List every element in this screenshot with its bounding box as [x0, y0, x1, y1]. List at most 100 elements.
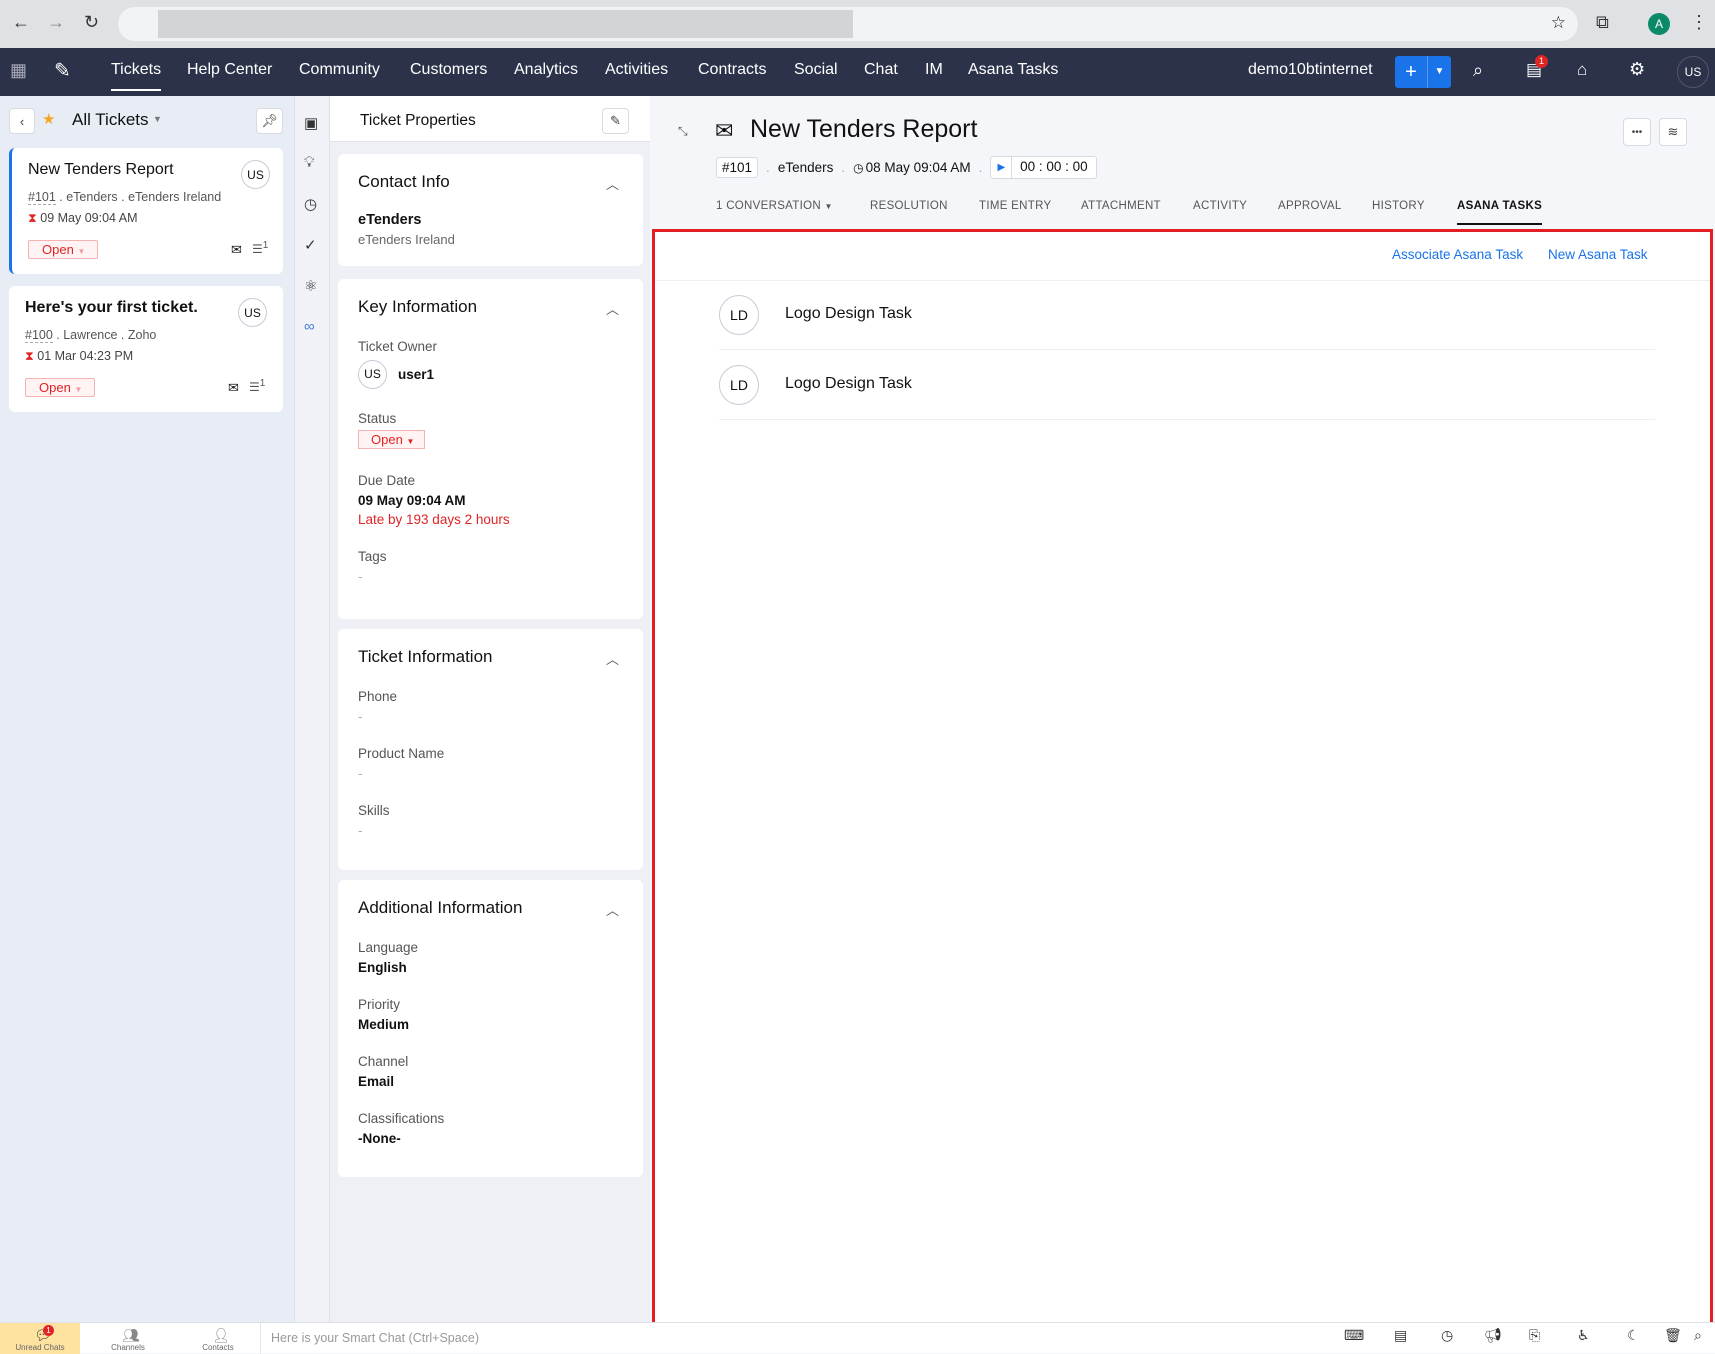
due-date-value[interactable]: 09 May 09:04 AM: [358, 493, 643, 508]
nav-im[interactable]: IM: [925, 61, 943, 79]
tab-time-entry[interactable]: TIME ENTRY: [979, 200, 1051, 212]
profile-avatar[interactable]: A: [1648, 13, 1670, 35]
search-icon[interactable]: ⌕: [1473, 60, 1483, 81]
unread-chats-button[interactable]: 💬︎ 1 Unread Chats: [0, 1323, 80, 1354]
priority-value[interactable]: Medium: [358, 1017, 643, 1032]
ticket-id[interactable]: #101: [716, 157, 759, 178]
browser-menu-icon[interactable]: ⋮: [1690, 12, 1708, 33]
owner-name[interactable]: user1: [398, 367, 434, 382]
link-icon[interactable]: ∞: [304, 318, 315, 335]
nav-chat[interactable]: Chat: [864, 61, 898, 79]
address-bar[interactable]: ☆: [118, 7, 1578, 41]
collapse-chevron-icon[interactable]: ︿: [606, 299, 619, 318]
ticket-id[interactable]: #101: [28, 190, 56, 205]
nav-tickets[interactable]: Tickets: [111, 61, 162, 91]
tab-activity[interactable]: ACTIVITY: [1193, 200, 1247, 212]
trash-icon[interactable]: 🗑︎: [1664, 1327, 1682, 1344]
new-asana-task-link[interactable]: New Asana Task: [1548, 247, 1648, 262]
ticket-contact[interactable]: eTenders: [778, 160, 834, 175]
channels-button[interactable]: 👥︎ Channels: [98, 1323, 160, 1354]
collapse-chevron-icon[interactable]: ︿: [606, 174, 619, 193]
collapse-arrows-icon[interactable]: ⤡: [678, 124, 688, 139]
org-name[interactable]: demo10btinternet: [1248, 61, 1373, 79]
ticket-account[interactable]: Zoho: [128, 328, 157, 342]
new-item-button[interactable]: + ▼: [1395, 56, 1451, 88]
classifications-value[interactable]: -None-: [358, 1131, 643, 1146]
asana-task-row[interactable]: LD Logo Design Task: [719, 350, 1655, 420]
collapse-chevron-icon[interactable]: ︿: [606, 900, 619, 919]
product-value[interactable]: -: [358, 766, 643, 781]
accessibility-icon[interactable]: ♿︎: [1577, 1327, 1590, 1344]
phone-value[interactable]: -: [358, 709, 643, 724]
nav-contracts[interactable]: Contracts: [698, 61, 766, 79]
contact-account[interactable]: eTenders Ireland: [358, 232, 643, 247]
status-badge[interactable]: Open ▼: [25, 378, 96, 397]
keyboard-icon[interactable]: ⌨: [1344, 1327, 1364, 1344]
dark-mode-moon-icon[interactable]: ☾: [1627, 1327, 1640, 1344]
forward-button[interactable]: →: [47, 12, 65, 33]
tab-attachment[interactable]: ATTACHMENT: [1081, 200, 1161, 212]
nav-community[interactable]: Community: [299, 61, 380, 79]
collapse-chevron-icon[interactable]: ︿: [606, 649, 619, 668]
bookmark-star-icon[interactable]: ☆: [1551, 13, 1566, 33]
ticket-properties-icon[interactable]: ▣: [304, 114, 318, 132]
contact-name[interactable]: eTenders: [358, 212, 643, 228]
timer[interactable]: ▶ 00 : 00 : 00: [990, 156, 1097, 179]
status-badge[interactable]: Open ▼: [28, 240, 99, 259]
language-value[interactable]: English: [358, 960, 643, 975]
user-avatar[interactable]: US: [1677, 56, 1709, 88]
ticket-card[interactable]: New Tenders Report US #101 . eTenders . …: [9, 148, 283, 274]
history-icon[interactable]: ◷: [304, 195, 317, 213]
check-circle-icon[interactable]: ✓: [304, 236, 317, 254]
ticket-contact[interactable]: Lawrence: [63, 328, 117, 342]
ticket-contact[interactable]: eTenders: [66, 190, 117, 204]
chevron-down-icon[interactable]: ▼: [153, 114, 162, 124]
task-name[interactable]: Logo Design Task: [785, 305, 912, 323]
task-name[interactable]: Logo Design Task: [785, 375, 912, 393]
ticket-account[interactable]: eTenders Ireland: [128, 190, 221, 204]
channel-value[interactable]: Email: [358, 1074, 643, 1089]
asana-task-row[interactable]: LD Logo Design Task: [719, 280, 1655, 350]
nav-help-center[interactable]: Help Center: [187, 61, 272, 79]
reload-button[interactable]: ↻: [84, 12, 99, 33]
tab-approval[interactable]: APPROVAL: [1278, 200, 1342, 212]
layers-icon[interactable]: ≋: [1659, 118, 1687, 146]
desk-logo-icon[interactable]: ✎: [54, 58, 71, 83]
associate-asana-task-link[interactable]: Associate Asana Task: [1392, 247, 1523, 262]
app-grid-icon[interactable]: ▦: [10, 60, 27, 81]
ticket-card[interactable]: Here's your first ticket. US #100 . Lawr…: [9, 286, 283, 412]
tab-asana-tasks[interactable]: ASANA TASKS: [1457, 200, 1543, 225]
more-options-icon[interactable]: •••: [1623, 118, 1651, 146]
back-button[interactable]: ←: [12, 12, 30, 33]
nav-customers[interactable]: Customers: [410, 61, 487, 79]
play-icon[interactable]: ▶: [991, 157, 1013, 178]
clock-icon[interactable]: ◷: [1441, 1327, 1453, 1344]
smart-chat-input[interactable]: Here is your Smart Chat (Ctrl+Space): [260, 1323, 1330, 1354]
back-chevron-icon[interactable]: ‹: [9, 108, 35, 134]
favorite-star-icon[interactable]: ★: [42, 110, 55, 128]
extensions-icon[interactable]: ⧉: [1596, 12, 1609, 33]
ticket-id[interactable]: #100: [25, 328, 53, 343]
search-icon[interactable]: ⌕: [1694, 1327, 1702, 1344]
ticket-subject[interactable]: Here's your first ticket.: [25, 299, 198, 317]
announcement-megaphone-icon[interactable]: 📢︎: [1484, 1327, 1502, 1344]
tags-value[interactable]: -: [358, 569, 643, 584]
tab-resolution[interactable]: RESOLUTION: [870, 200, 948, 212]
contacts-button[interactable]: 👤︎ Contacts: [188, 1323, 250, 1354]
nav-social[interactable]: Social: [794, 61, 838, 79]
edit-pencil-icon[interactable]: ✎: [602, 108, 629, 134]
marketplace-icon[interactable]: ⌂: [1577, 60, 1587, 80]
tab-conversation[interactable]: 1 CONVERSATION ▼: [716, 200, 833, 212]
skills-value[interactable]: -: [358, 823, 643, 838]
ticket-subject[interactable]: New Tenders Report: [28, 161, 174, 179]
notes-icon[interactable]: ▤: [1394, 1327, 1407, 1344]
tab-history[interactable]: HISTORY: [1372, 200, 1425, 212]
atom-icon[interactable]: ⚛: [304, 277, 317, 295]
feedback-icon[interactable]: ⎘: [1529, 1327, 1540, 1344]
pin-icon[interactable]: 📌︎: [256, 108, 283, 134]
view-selector[interactable]: All Tickets: [72, 110, 149, 130]
status-dropdown[interactable]: Open ▼: [358, 430, 426, 449]
nav-activities[interactable]: Activities: [605, 61, 668, 79]
idea-bulb-icon[interactable]: 💡︎: [304, 154, 315, 171]
nav-asana-tasks[interactable]: Asana Tasks: [968, 61, 1058, 79]
